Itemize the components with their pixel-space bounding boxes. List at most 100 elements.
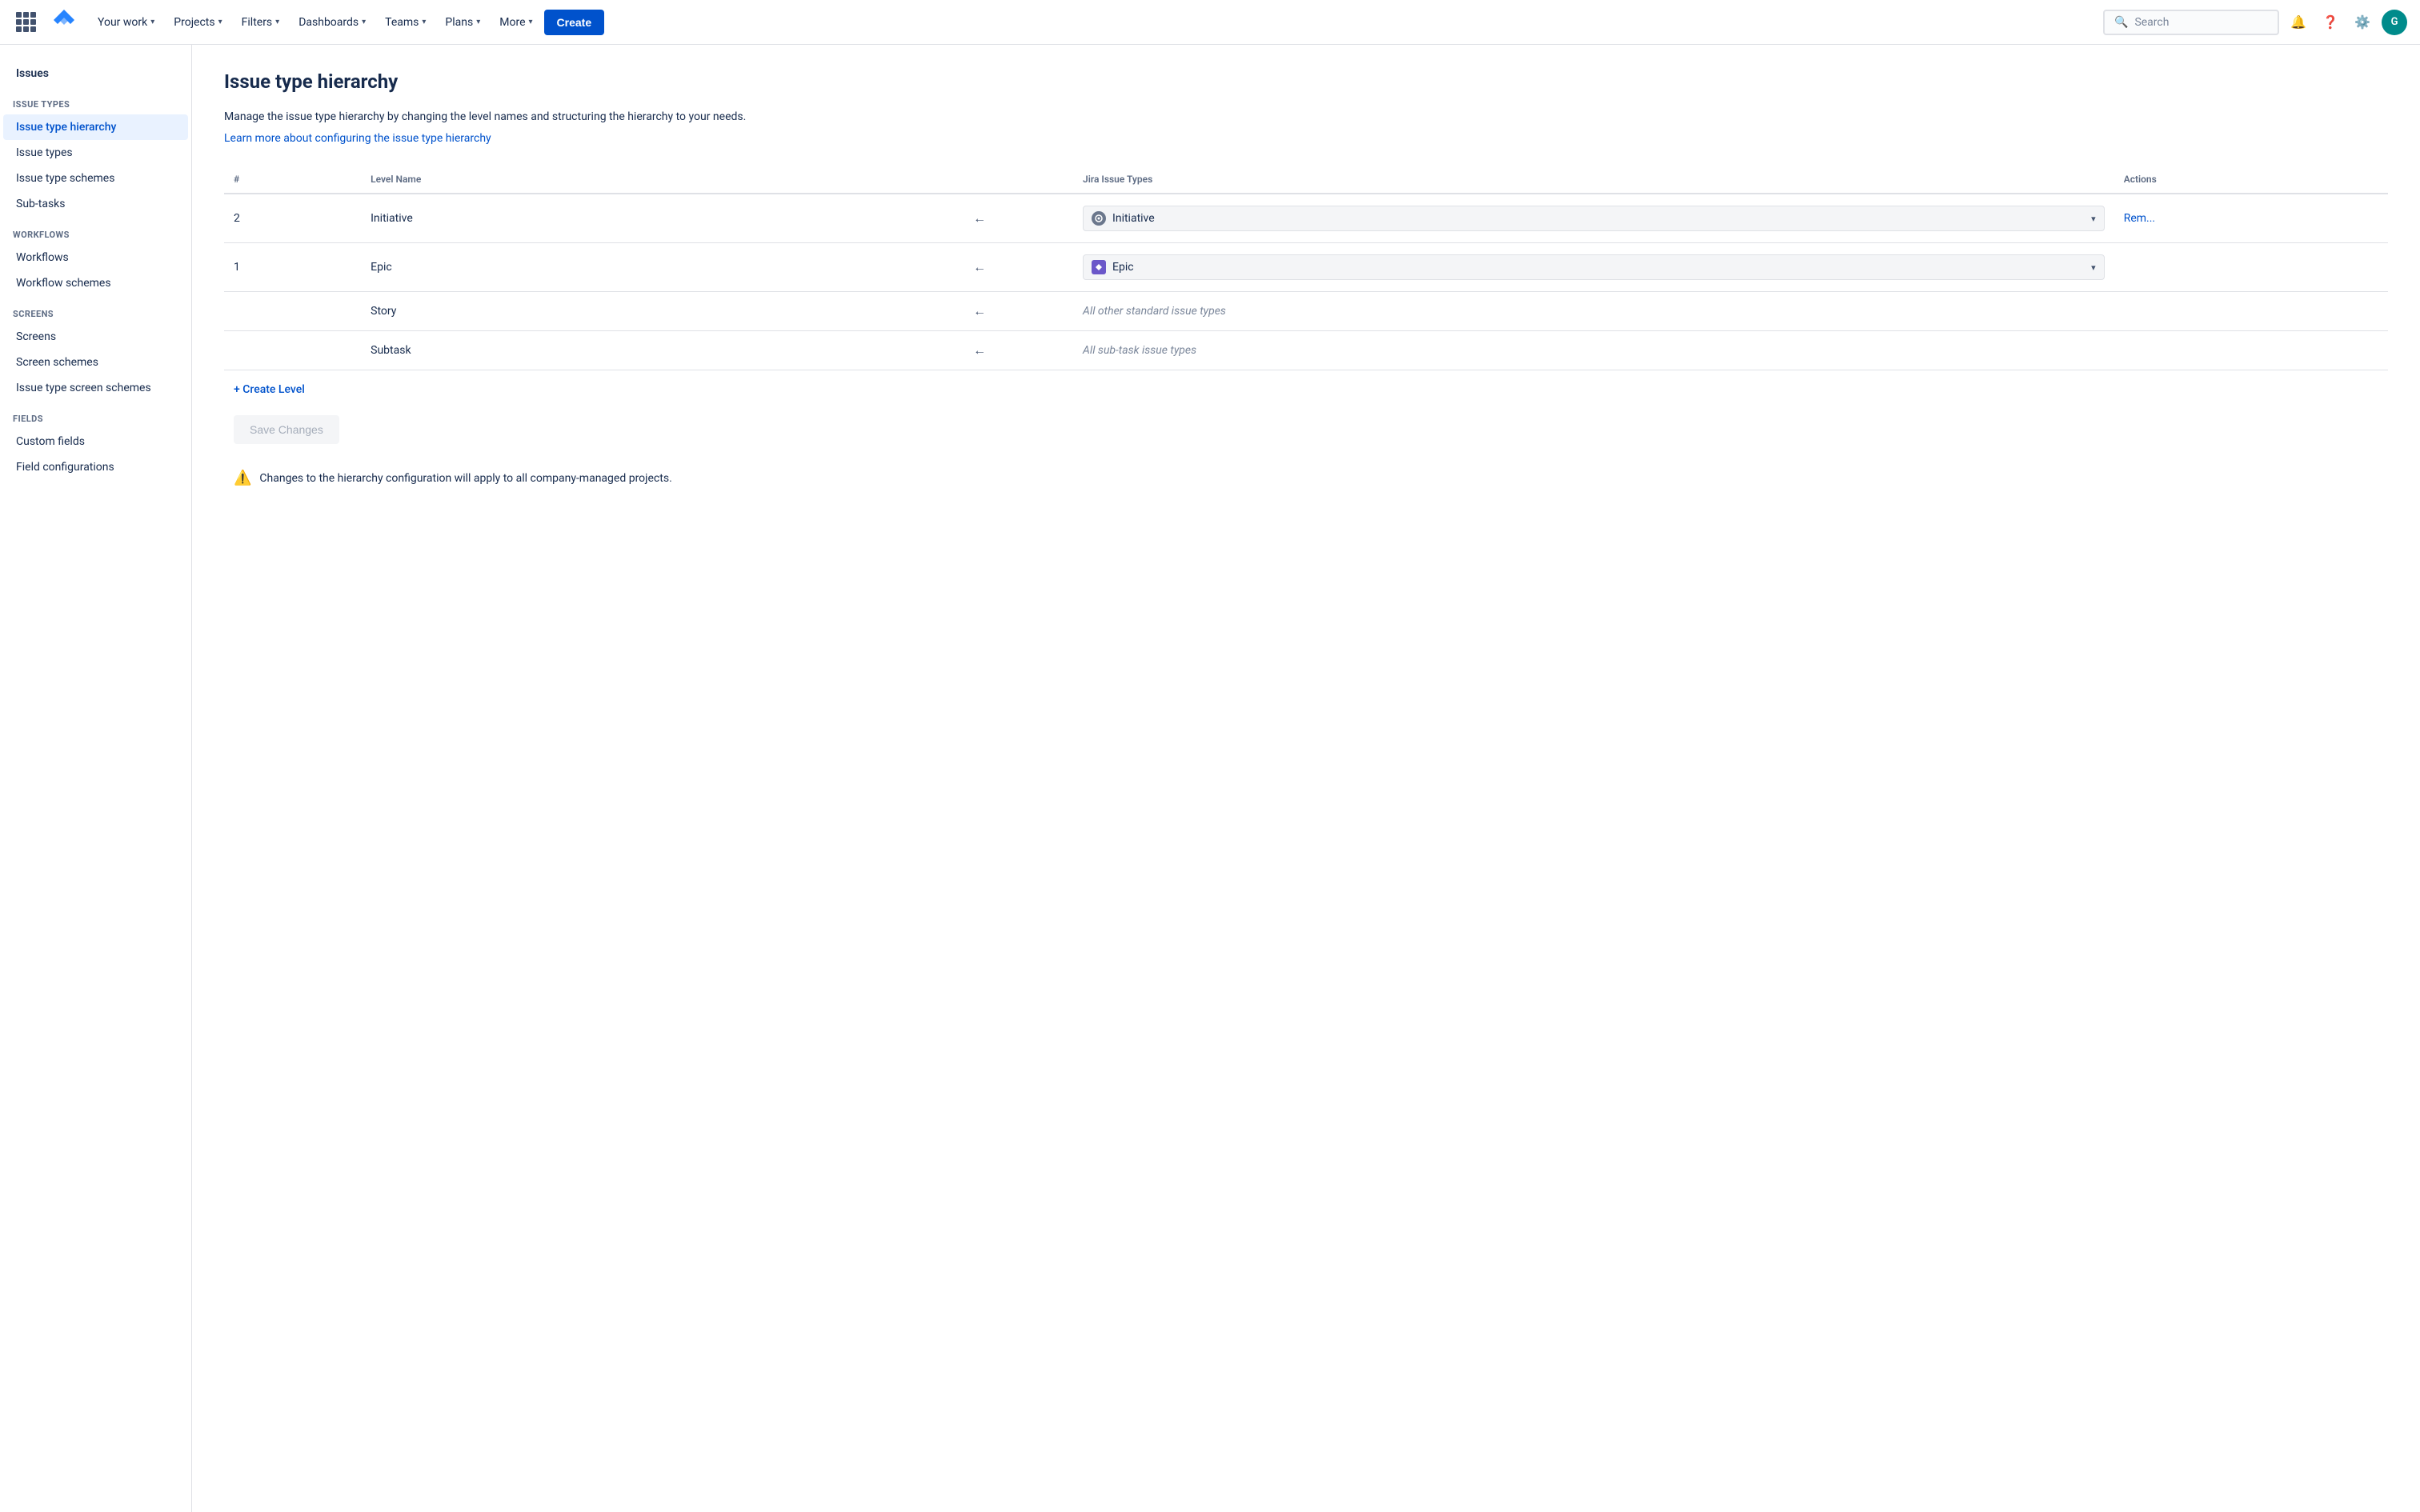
create-level-button[interactable]: + Create Level [224,370,2388,409]
col-header-actions: Actions [2114,167,2388,194]
sidebar-item-workflows[interactable]: Workflows [3,245,188,270]
arrow-icon: ← [964,243,1073,292]
chevron-down-icon: ▾ [275,18,279,26]
sidebar-item-screen-schemes[interactable]: Screen schemes [3,350,188,375]
sidebar-section-fields: FIELDS [0,401,191,429]
chevron-down-icon: ▾ [529,18,533,26]
table-row: Subtask ← All sub-task issue types [224,331,2388,370]
chevron-down-icon: ▾ [150,18,154,26]
hierarchy-table: # Level Name Jira Issue Types Actions 2 … [224,167,2388,370]
col-header-jira-issue-types: Jira Issue Types [1073,167,2114,194]
your-work-label: Your work [98,16,147,29]
filters-label: Filters [242,16,273,29]
save-changes-button[interactable]: Save Changes [234,415,339,444]
more-label: More [499,16,525,29]
chevron-down-icon: ▾ [2091,214,2096,224]
col-header-hash: # [224,167,361,194]
epic-dropdown-cell: Epic ▾ [1073,243,2114,292]
dropdown-left: Epic [1092,260,1134,274]
learn-more-link[interactable]: Learn more about configuring the issue t… [224,132,491,145]
grid-icon [16,12,36,32]
sidebar-item-field-configurations[interactable]: Field configurations [3,454,188,480]
avatar[interactable]: G [2382,10,2407,35]
sidebar-section-issue-types: ISSUE TYPES [0,86,191,114]
dashboards-label: Dashboards [298,16,359,29]
nav-more[interactable]: More ▾ [491,11,540,34]
table-row: 2 Initiative ← Initiative ▾ [224,194,2388,243]
level-name-story: Story [361,292,964,331]
chevron-down-icon: ▾ [362,18,366,26]
sidebar-item-issue-types[interactable]: Issue types [3,140,188,166]
grid-menu-button[interactable] [13,10,38,35]
initiative-dropdown[interactable]: Initiative ▾ [1083,206,2105,231]
arrow-icon: ← [964,292,1073,331]
notifications-button[interactable]: 🔔 [2286,10,2311,35]
sidebar-item-issue-type-hierarchy[interactable]: Issue type hierarchy [3,114,188,140]
chevron-down-icon: ▾ [2091,262,2096,273]
nav-items: Your work ▾ Projects ▾ Filters ▾ Dashboa… [90,10,2097,35]
search-box[interactable]: 🔍 Search [2103,10,2279,35]
jira-logo[interactable] [51,7,77,38]
page-description: Manage the issue type hierarchy by chang… [224,109,2388,126]
nav-your-work[interactable]: Your work ▾ [90,11,162,34]
sidebar-item-workflow-schemes[interactable]: Workflow schemes [3,270,188,296]
remove-initiative-link[interactable]: Rem... [2124,212,2155,225]
nav-teams[interactable]: Teams ▾ [377,11,434,34]
arrow-icon: ← [964,194,1073,243]
level-name-subtask: Subtask [361,331,964,370]
chevron-down-icon: ▾ [476,18,480,26]
table-row: 1 Epic ← Epic ▾ [224,243,2388,292]
sidebar: Issues ISSUE TYPES Issue type hierarchy … [0,45,192,1512]
warning-row: ⚠️ Changes to the hierarchy configuratio… [224,463,2388,493]
story-issue-type-label: All other standard issue types [1073,292,2114,331]
col-header-level-name: Level Name [361,167,964,194]
help-button[interactable]: ❓ [2318,10,2343,35]
sidebar-section-workflows: WORKFLOWS [0,217,191,245]
action-cell-story [2114,292,2388,331]
arrow-icon: ← [964,331,1073,370]
col-header-arrow-spacer [964,167,1073,194]
epic-dropdown[interactable]: Epic ▾ [1083,254,2105,280]
row-num [224,331,361,370]
dropdown-left: Initiative [1092,211,1155,226]
row-num: 1 [224,243,361,292]
sidebar-item-custom-fields[interactable]: Custom fields [3,429,188,454]
table-row: Story ← All other standard issue types [224,292,2388,331]
settings-button[interactable]: ⚙️ [2350,10,2375,35]
sidebar-section-screens: SCREENS [0,296,191,324]
initiative-dropdown-label: Initiative [1112,212,1155,225]
create-button[interactable]: Create [544,10,605,35]
action-cell-subtask [2114,331,2388,370]
chevron-down-icon: ▾ [422,18,426,26]
projects-label: Projects [174,16,214,29]
action-cell-initiative: Rem... [2114,194,2388,243]
action-cell-epic [2114,243,2388,292]
epic-icon [1092,260,1106,274]
chevron-down-icon: ▾ [218,18,222,26]
sidebar-item-issue-type-screen-schemes[interactable]: Issue type screen schemes [3,375,188,401]
top-navigation: Your work ▾ Projects ▾ Filters ▾ Dashboa… [0,0,2420,45]
search-icon: 🔍 [2114,16,2128,29]
nav-plans[interactable]: Plans ▾ [437,11,488,34]
nav-projects[interactable]: Projects ▾ [166,11,230,34]
sidebar-item-issues[interactable]: Issues [3,61,188,86]
sidebar-item-issue-type-schemes[interactable]: Issue type schemes [3,166,188,191]
level-name-initiative: Initiative [361,194,964,243]
warning-icon: ⚠️ [234,470,251,486]
initiative-icon [1092,211,1106,226]
plans-label: Plans [445,16,473,29]
main-layout: Issues ISSUE TYPES Issue type hierarchy … [0,45,2420,1512]
row-num [224,292,361,331]
search-placeholder: Search [2134,16,2169,29]
nav-filters[interactable]: Filters ▾ [234,11,288,34]
level-name-epic: Epic [361,243,964,292]
row-num: 2 [224,194,361,243]
epic-dropdown-label: Epic [1112,261,1134,274]
nav-dashboards[interactable]: Dashboards ▾ [290,11,374,34]
sidebar-item-screens[interactable]: Screens [3,324,188,350]
sidebar-item-sub-tasks[interactable]: Sub-tasks [3,191,188,217]
nav-right: 🔍 Search 🔔 ❓ ⚙️ G [2103,10,2407,35]
page-title: Issue type hierarchy [224,70,2388,93]
warning-text: Changes to the hierarchy configuration w… [259,472,671,485]
teams-label: Teams [385,16,419,29]
